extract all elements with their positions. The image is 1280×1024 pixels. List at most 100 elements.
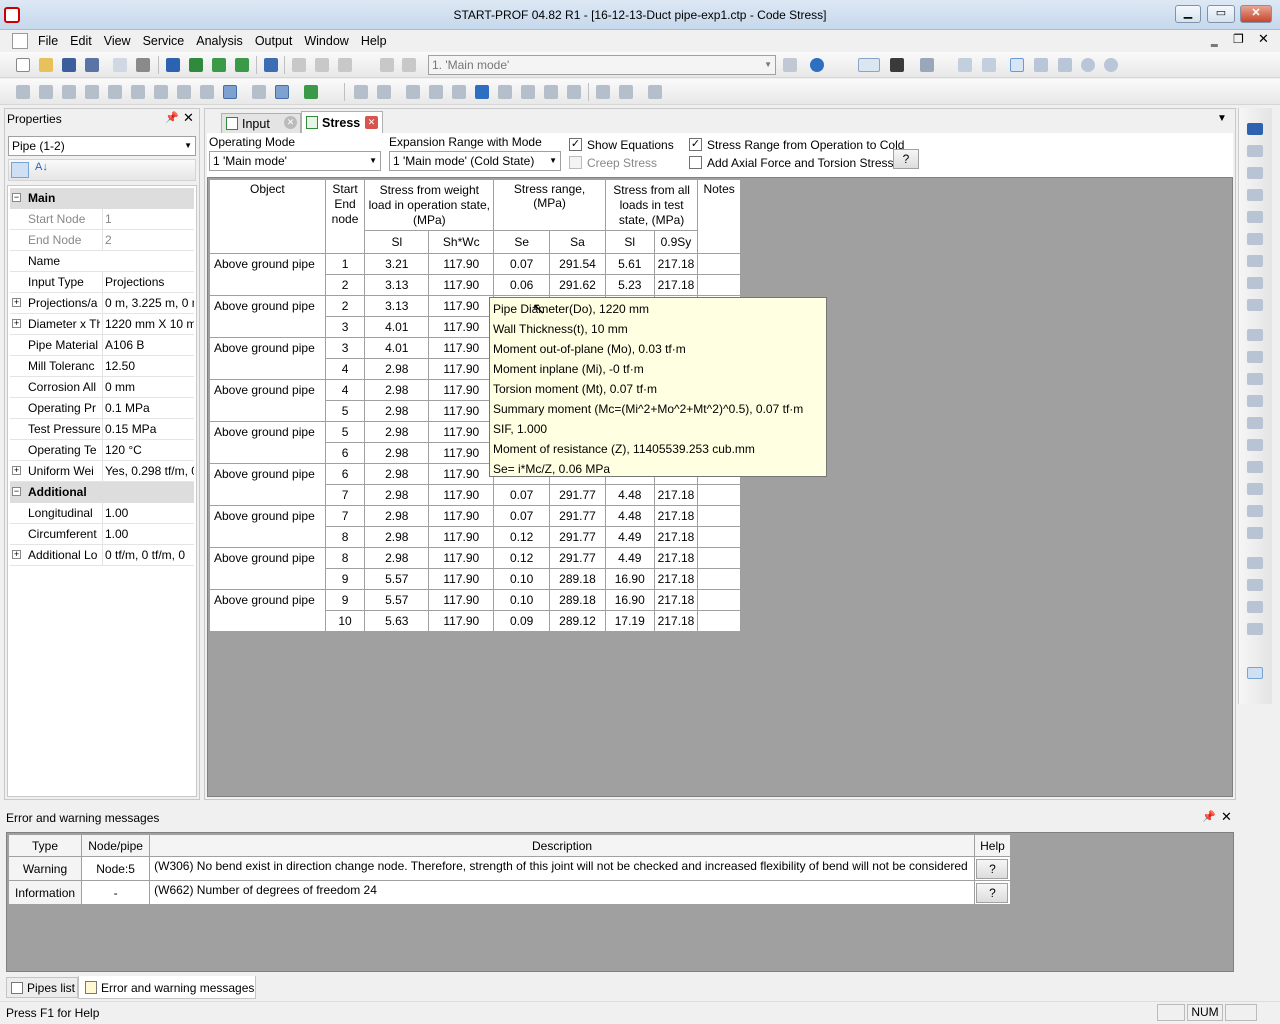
mitre-icon[interactable]	[1243, 274, 1269, 292]
anchor-icon[interactable]	[1243, 414, 1269, 432]
error-help-button[interactable]: ?	[976, 858, 1009, 879]
flange-tool-icon[interactable]	[129, 83, 147, 101]
restraint-icon[interactable]	[1243, 458, 1269, 476]
property-row[interactable]: Longitudinal 1.00	[10, 503, 194, 524]
property-row[interactable]: Input Type Projections	[10, 272, 194, 293]
mode-tool-icon[interactable]	[781, 56, 799, 74]
rigid-icon[interactable]	[1243, 348, 1269, 366]
property-value[interactable]: 0 tf/m, 0 tf/m, 0	[102, 545, 194, 565]
property-value[interactable]: 1.00	[102, 503, 194, 523]
load-tool-icon[interactable]	[250, 83, 268, 101]
print-icon[interactable]	[134, 56, 152, 74]
close-icon[interactable]: ✕	[1240, 5, 1272, 23]
pan-icon[interactable]	[1032, 56, 1050, 74]
categorized-icon[interactable]	[11, 162, 29, 178]
cut-icon[interactable]	[290, 56, 308, 74]
property-value[interactable]: 120 °C	[102, 440, 194, 460]
support-tool-icon[interactable]	[152, 83, 170, 101]
mode-combo[interactable]: 1. 'Main mode' ▼	[428, 55, 776, 75]
error-close-icon[interactable]: ✕	[1221, 809, 1232, 825]
reducer-add-icon[interactable]	[1243, 186, 1269, 204]
reducer-tool-icon[interactable]	[83, 83, 101, 101]
tab-stress-close-icon[interactable]: ✕	[365, 116, 378, 129]
menu-analysis[interactable]: Analysis	[190, 31, 249, 51]
cube-icon[interactable]	[918, 56, 936, 74]
property-value[interactable]: A106 B	[102, 335, 194, 355]
select-arrow-icon[interactable]	[1008, 56, 1026, 74]
guide-icon[interactable]	[1243, 392, 1269, 410]
property-row[interactable]: End Node 2	[10, 230, 194, 251]
slope-icon[interactable]	[542, 83, 560, 101]
export-icon[interactable]	[187, 56, 205, 74]
property-row[interactable]: + Diameter x Th1220 mm X 10 mm	[10, 314, 194, 335]
expand-icon[interactable]: +	[12, 466, 21, 475]
report-icon[interactable]	[302, 83, 320, 101]
property-value[interactable]: Projections	[102, 272, 194, 292]
help-pointer-icon[interactable]	[808, 56, 826, 74]
orbit-icon[interactable]	[1102, 56, 1120, 74]
calculator-icon[interactable]	[262, 56, 280, 74]
maximize-icon[interactable]: ▭	[1207, 5, 1235, 23]
pipe-add-icon[interactable]	[1243, 120, 1269, 138]
menu-view[interactable]: View	[98, 31, 137, 51]
help-button[interactable]: ?	[893, 149, 919, 169]
property-value[interactable]: 2	[102, 230, 194, 250]
results-icon[interactable]	[273, 83, 291, 101]
mdi-restore-icon[interactable]: ❐	[1233, 32, 1244, 46]
save-as-icon[interactable]	[83, 56, 101, 74]
creep-stress-checkbox[interactable]	[569, 156, 582, 169]
expand-icon[interactable]: +	[12, 319, 21, 328]
fitting-icon[interactable]	[1243, 296, 1269, 314]
property-row[interactable]: Corrosion All 0 mm	[10, 377, 194, 398]
menu-edit[interactable]: Edit	[64, 31, 98, 51]
binoculars-icon[interactable]	[888, 56, 906, 74]
tab-stress[interactable]: Stress ✕	[301, 111, 383, 133]
mirror-icon[interactable]	[519, 83, 537, 101]
view-3d-icon[interactable]	[856, 56, 882, 74]
axial-torsion-checkbox[interactable]	[689, 156, 702, 169]
flow-icon[interactable]	[1243, 576, 1269, 594]
tab-input[interactable]: Input ✕	[221, 113, 301, 133]
pin-icon[interactable]: 📌	[165, 111, 179, 124]
delete-icon[interactable]	[646, 83, 664, 101]
property-value[interactable]: 1220 mm X 10 mm	[102, 314, 194, 334]
tee-add-icon[interactable]	[1243, 164, 1269, 182]
split-icon[interactable]	[375, 83, 393, 101]
property-value[interactable]: 0.15 MPa	[102, 419, 194, 439]
flange-add-icon[interactable]	[1243, 230, 1269, 248]
tab-input-close-icon[interactable]: ✕	[284, 116, 297, 129]
properties-close-icon[interactable]: ✕	[183, 110, 194, 126]
spring-hanger-icon[interactable]	[1243, 370, 1269, 388]
run-icon[interactable]	[233, 56, 251, 74]
table-row[interactable]: Above ground pipe 8 2.98 117.90 0.12 291.77 4.…	[209, 547, 741, 590]
table-row[interactable]: Above ground pipe 1 3.21 117.90 0.07 291.54 5.…	[209, 253, 741, 296]
insert-node-icon[interactable]	[352, 83, 370, 101]
copy-icon[interactable]	[313, 56, 331, 74]
document-icon[interactable]	[12, 33, 28, 49]
new-icon[interactable]	[14, 56, 32, 74]
tab-error-messages[interactable]: Error and warning messages	[78, 976, 256, 999]
menu-service[interactable]: Service	[137, 31, 191, 51]
measure-icon[interactable]	[404, 83, 422, 101]
cut-pipe-icon[interactable]	[1243, 326, 1269, 344]
pipe-tool-icon[interactable]	[14, 83, 32, 101]
pipe-section-icon[interactable]	[1243, 664, 1269, 682]
property-row[interactable]: Pipe Material A106 B	[10, 335, 194, 356]
tab-pipes-list[interactable]: Pipes list	[6, 977, 78, 998]
zoom-window-icon[interactable]	[956, 56, 974, 74]
property-row[interactable]: Name	[10, 251, 194, 272]
settings-icon[interactable]	[1243, 620, 1269, 638]
category-additional[interactable]: − Additional	[10, 482, 194, 503]
property-row[interactable]: + Uniform Wei Yes, 0.298 tf/m, 0	[10, 461, 194, 482]
mdi-minimize-icon[interactable]: ‗	[1211, 33, 1218, 47]
error-pin-icon[interactable]: 📌	[1202, 810, 1216, 823]
vessel-icon[interactable]	[1243, 524, 1269, 542]
redo-icon[interactable]	[400, 56, 418, 74]
rotate-icon[interactable]	[1079, 56, 1097, 74]
table-row[interactable]: Above ground pipe 7 2.98 117.90 0.07 291.77 4.…	[209, 505, 741, 548]
zoom-icon[interactable]	[1056, 56, 1074, 74]
preview-icon[interactable]	[111, 56, 129, 74]
property-row[interactable]: Test Pressure, 0.15 MPa	[10, 419, 194, 440]
property-value[interactable]: 0 mm	[102, 377, 194, 397]
property-value[interactable]: 1	[102, 209, 194, 229]
